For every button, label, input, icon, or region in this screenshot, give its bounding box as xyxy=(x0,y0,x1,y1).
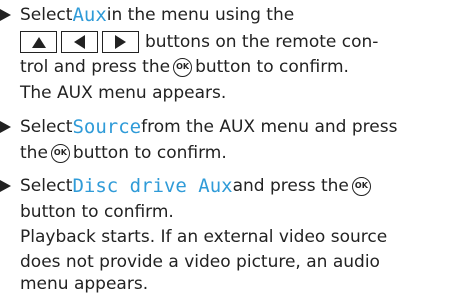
step3-line1: Select Disc drive Aux and press the OK xyxy=(0,173,374,199)
step2-line2: the OK button to confirm. xyxy=(20,140,227,166)
step1-line3: trol and press the OK button to confirm. xyxy=(20,54,349,80)
step2-text-post: from the AUX menu and press xyxy=(141,117,398,137)
bullet-arrow-icon xyxy=(0,121,11,133)
step3-line2: button to confirm. xyxy=(20,199,174,225)
step3-text-pre: Select xyxy=(20,176,73,196)
step3-line3-text: Playback starts. If an external video so… xyxy=(20,227,388,247)
step1-text-post: in the menu using the xyxy=(106,5,295,25)
ok-button-icon: OK xyxy=(50,143,70,163)
step2-line1: Select Source from the AUX menu and pres… xyxy=(0,114,397,140)
step3-keyword: Disc drive Aux xyxy=(72,175,233,197)
step1-line4: The AUX menu appears. xyxy=(20,80,226,106)
bullet-arrow-icon xyxy=(0,9,11,21)
step3-text-post: and press the xyxy=(232,176,349,196)
step2-text-pre: Select xyxy=(20,117,73,137)
up-button-icon xyxy=(20,31,57,53)
step1-line3-pre: trol and press the xyxy=(20,57,171,77)
step3-line5-text: menu appears. xyxy=(20,274,149,294)
step3-line3: Playback starts. If an external video so… xyxy=(20,224,387,250)
ok-button-icon: OK xyxy=(351,176,371,196)
right-button-icon xyxy=(102,31,139,53)
step3-line5: menu appears. xyxy=(20,271,148,297)
step2-line2-post: button to confirm. xyxy=(72,143,227,163)
bullet-arrow-icon xyxy=(0,180,11,192)
step3-line2-text: button to confirm. xyxy=(20,202,174,222)
left-button-icon xyxy=(61,31,98,53)
step1-line3-post: button to confirm. xyxy=(195,57,349,77)
step1-keyword: Aux xyxy=(72,4,107,26)
step1-result: The AUX menu appears. xyxy=(20,83,227,103)
step1-line2-text: buttons on the remote con- xyxy=(145,32,379,52)
step1-line2: buttons on the remote con- xyxy=(20,29,378,55)
step1-text-pre: Select xyxy=(20,5,73,25)
ok-button-icon: OK xyxy=(173,57,193,77)
step2-keyword: Source xyxy=(72,116,142,138)
step1-line1: Select Aux in the menu using the xyxy=(0,2,294,28)
step2-line2-pre: the xyxy=(20,143,48,163)
remote-buttons xyxy=(20,31,139,53)
